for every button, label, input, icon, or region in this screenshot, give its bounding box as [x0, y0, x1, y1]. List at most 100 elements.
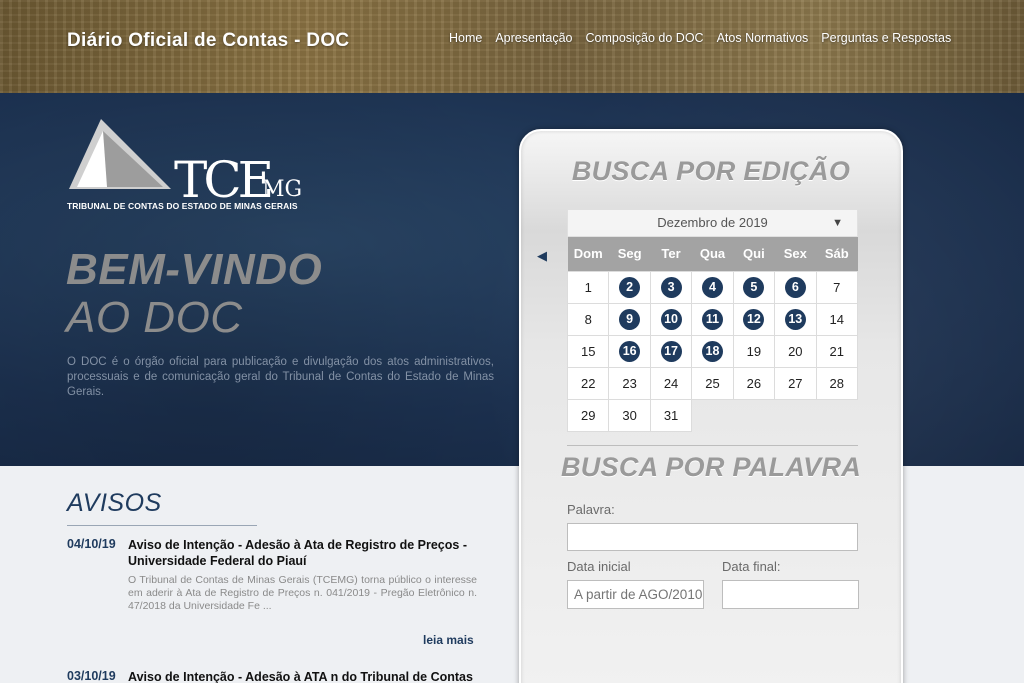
weekday-header: Qua [691, 237, 734, 271]
calendar-day: 25 [691, 366, 734, 400]
start-date-input[interactable] [567, 580, 704, 609]
calendar-day-with-edition[interactable]: 12 [732, 302, 776, 336]
calendar-week: 8 9 10 11 12 13 14 [566, 302, 859, 336]
aviso-date: 04/10/19 [67, 537, 116, 551]
nav-composicao[interactable]: Composição do DOC [585, 31, 703, 45]
edition-day-link[interactable]: 18 [701, 340, 723, 362]
calendar-weekdays: Dom Seg Ter Qua Qui Sex Sáb [567, 237, 858, 271]
aviso-item: 04/10/19 Aviso de Intenção - Adesão à At… [67, 537, 477, 657]
calendar-week: 22 23 24 25 26 27 28 [566, 366, 859, 400]
calendar-week: 1234567 [566, 270, 859, 304]
calendar-day: 20 [774, 334, 817, 368]
logo-caption: TRIBUNAL DE CONTAS DO ESTADO DE MINAS GE… [67, 201, 298, 211]
calendar-day-with-edition[interactable]: 11 [691, 302, 734, 336]
calendar-day: 1 [566, 270, 610, 304]
edition-day-link[interactable]: 2 [619, 276, 641, 298]
calendar-empty-cell [816, 399, 857, 431]
main-nav: Home Apresentação Composição do DOC Atos… [449, 31, 964, 45]
logo-mg-text: MG [262, 177, 302, 202]
nav-apresentacao[interactable]: Apresentação [495, 31, 572, 45]
end-date-label: Data final: [722, 559, 781, 574]
weekday-header: Qui [733, 237, 775, 271]
calendar-week: 15 16 17 18 19 20 21 [566, 334, 859, 368]
edition-day-link[interactable]: 9 [619, 308, 641, 330]
calendar-day: 19 [732, 334, 776, 368]
calendar-day-with-edition[interactable]: 4 [691, 270, 734, 304]
edition-day-link[interactable]: 13 [784, 308, 806, 330]
calendar-day: 7 [815, 270, 859, 304]
edition-day-link[interactable]: 6 [784, 276, 806, 298]
calendar-week: 29 30 31 [566, 398, 858, 432]
edition-day-link[interactable]: 10 [660, 308, 682, 330]
calendar-day-with-edition[interactable]: 13 [774, 302, 817, 336]
month-label: Dezembro de 2019 [657, 215, 768, 230]
calendar-day: 28 [815, 366, 859, 400]
intro-text: O DOC é o órgão oficial para publicação … [67, 356, 494, 398]
calendar-day-with-edition[interactable]: 10 [649, 302, 693, 336]
calendar-day: 30 [608, 398, 651, 432]
edition-day-link[interactable]: 17 [660, 340, 682, 362]
avisos-title: AVISOS [67, 489, 162, 517]
welcome-subheading: AO DOC [66, 293, 243, 342]
edition-day-link[interactable]: 4 [701, 276, 723, 298]
edition-day-link[interactable]: 5 [743, 276, 765, 298]
weekday-header: Dom [567, 237, 609, 271]
calendar-day: 23 [608, 366, 651, 400]
edition-day-link[interactable]: 12 [743, 308, 765, 330]
header-bar: Diário Oficial de Contas - DOC Home Apre… [0, 0, 1024, 93]
start-date-label: Data inicial [567, 559, 631, 574]
calendar-day: 21 [815, 334, 859, 368]
nav-home[interactable]: Home [449, 31, 482, 45]
word-input[interactable] [567, 523, 858, 551]
calendar-day-with-edition[interactable]: 17 [649, 334, 693, 368]
edition-day-link[interactable]: 3 [660, 276, 682, 298]
calendar-day-with-edition[interactable]: 5 [732, 270, 776, 304]
weekday-header: Ter [650, 237, 692, 271]
calendar-day: 15 [566, 334, 610, 368]
edition-search-title: BUSCA POR EDIÇÃO [571, 156, 851, 186]
avisos-divider [67, 525, 257, 526]
calendar-day: 24 [649, 366, 693, 400]
panel-divider [567, 445, 858, 446]
aviso-item: 03/10/19 Aviso de Intenção - Adesão à AT… [67, 669, 477, 683]
aviso-headline[interactable]: Aviso de Intenção - Adesão à Ata de Regi… [128, 537, 478, 569]
calendar-day-with-edition[interactable]: 18 [691, 334, 734, 368]
weekday-header: Sex [774, 237, 817, 271]
calendar-day-with-edition[interactable]: 2 [608, 270, 651, 304]
edition-day-link[interactable]: 16 [619, 340, 641, 362]
aviso-summary: O Tribunal de Contas de Minas Gerais (TC… [128, 574, 477, 612]
edition-day-link[interactable]: 11 [701, 308, 723, 330]
read-more-link[interactable]: leia mais [423, 633, 474, 647]
month-select[interactable]: Dezembro de 2019 ▼ [567, 209, 858, 237]
calendar-day: 14 [815, 302, 859, 336]
chevron-down-icon[interactable]: ▼ [832, 210, 843, 236]
calendar-day: 31 [649, 398, 693, 432]
aviso-date: 03/10/19 [67, 669, 116, 683]
calendar-empty-cell [775, 399, 816, 431]
word-search-title: BUSCA POR PALAVRA [560, 452, 862, 482]
nav-perguntas-respostas[interactable]: Perguntas e Respostas [821, 31, 951, 45]
calendar-day-with-edition[interactable]: 3 [649, 270, 693, 304]
calendar-empty-cell [692, 399, 733, 431]
calendar-day: 22 [566, 366, 610, 400]
calendar-day: 8 [566, 302, 610, 336]
calendar-empty-cell [733, 399, 774, 431]
nav-atos-normativos[interactable]: Atos Normativos [717, 31, 809, 45]
calendar: Dom Seg Ter Qua Qui Sex Sáb 1 2 3 4 5 6 7 8 9 10 11 12 13 1… [566, 237, 859, 432]
calendar-day-with-edition[interactable]: 6 [774, 270, 817, 304]
calendar-day: 29 [566, 398, 610, 432]
calendar-days: 1 2 3 4 5 6 7 8 9 10 11 12 13 14 15 16 17 18 19 20 21 22 23 24 2… [566, 270, 859, 432]
calendar-day-with-edition[interactable]: 9 [608, 302, 651, 336]
calendar-day-with-edition[interactable]: 16 [608, 334, 651, 368]
aviso-headline[interactable]: Aviso de Intenção - Adesão à ATA n do Tr… [128, 669, 478, 683]
word-label: Palavra: [567, 502, 615, 517]
calendar-day: 27 [774, 366, 817, 400]
weekday-header: Sáb [816, 237, 858, 271]
site-title[interactable]: Diário Oficial de Contas - DOC [67, 30, 349, 52]
previous-month-icon[interactable]: ◀ [537, 248, 547, 264]
search-panel: BUSCA POR EDIÇÃO Dezembro de 2019 ▼ ◀ Do… [519, 129, 903, 683]
tcemg-logo[interactable]: TCE MG [67, 117, 317, 212]
end-date-input[interactable] [722, 580, 859, 609]
calendar-day: 26 [732, 366, 776, 400]
welcome-heading: BEM-VINDO [66, 245, 323, 294]
